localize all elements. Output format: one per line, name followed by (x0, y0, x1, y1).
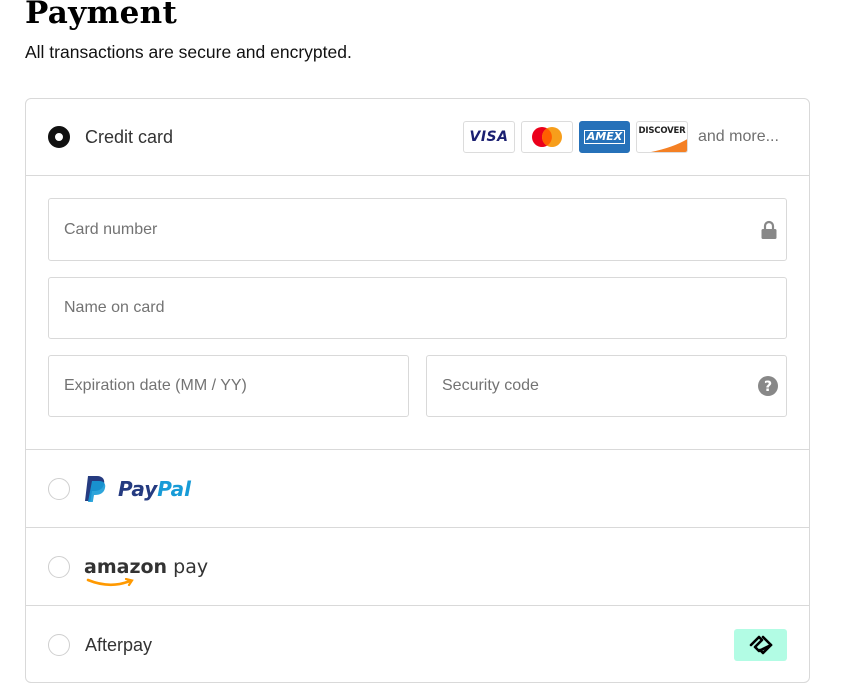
card-number-field (48, 198, 787, 261)
option-afterpay[interactable]: Afterpay (26, 606, 809, 682)
card-number-input[interactable] (49, 199, 786, 260)
option-paypal[interactable]: PayPal (26, 450, 809, 528)
expiration-date-field (48, 355, 409, 417)
page-subtitle: All transactions are secure and encrypte… (25, 42, 352, 62)
credit-card-label: Credit card (85, 126, 174, 147)
visa-logo-text: VISA (469, 129, 509, 145)
mastercard-logo-icon (521, 121, 573, 153)
paypal-pay-text: Pay (118, 476, 158, 501)
payment-options: Credit card VISA AMEX DISCOVER and more.… (25, 98, 810, 683)
visa-logo-icon: VISA (463, 121, 515, 153)
afterpay-radio[interactable] (48, 634, 70, 656)
option-credit-card[interactable]: Credit card VISA AMEX DISCOVER and more.… (26, 99, 809, 176)
credit-card-form: ? (26, 176, 809, 450)
payment-page: Payment All transactions are secure and … (0, 0, 857, 697)
security-code-input[interactable] (427, 356, 786, 416)
discover-logo-text: DISCOVER (638, 126, 686, 136)
lock-icon (760, 220, 778, 240)
expiration-date-input[interactable] (49, 356, 408, 416)
amex-logo-text: AMEX (583, 130, 626, 144)
discover-logo-icon: DISCOVER (636, 121, 688, 153)
and-more-text: and more... (698, 128, 779, 145)
amazon-smile-icon (86, 575, 136, 593)
paypal-wordmark: PayPal (118, 477, 191, 501)
svg-text:?: ? (764, 379, 772, 395)
amazon-pay-radio[interactable] (48, 555, 70, 578)
afterpay-label: Afterpay (85, 634, 153, 655)
credit-card-radio[interactable] (48, 126, 70, 148)
paypal-radio[interactable] (48, 477, 70, 500)
security-code-field: ? (426, 355, 787, 417)
amazon-pay-text: pay (167, 555, 209, 578)
help-icon[interactable]: ? (758, 376, 778, 396)
paypal-logo-icon (84, 475, 108, 503)
name-on-card-input[interactable] (49, 278, 786, 338)
paypal-pal-text: Pal (157, 476, 192, 501)
name-on-card-field (48, 277, 787, 339)
page-title: Payment (25, 0, 178, 31)
amex-logo-icon: AMEX (579, 121, 630, 153)
option-amazon-pay[interactable]: amazon pay (26, 528, 809, 606)
afterpay-logo-icon (734, 629, 787, 661)
